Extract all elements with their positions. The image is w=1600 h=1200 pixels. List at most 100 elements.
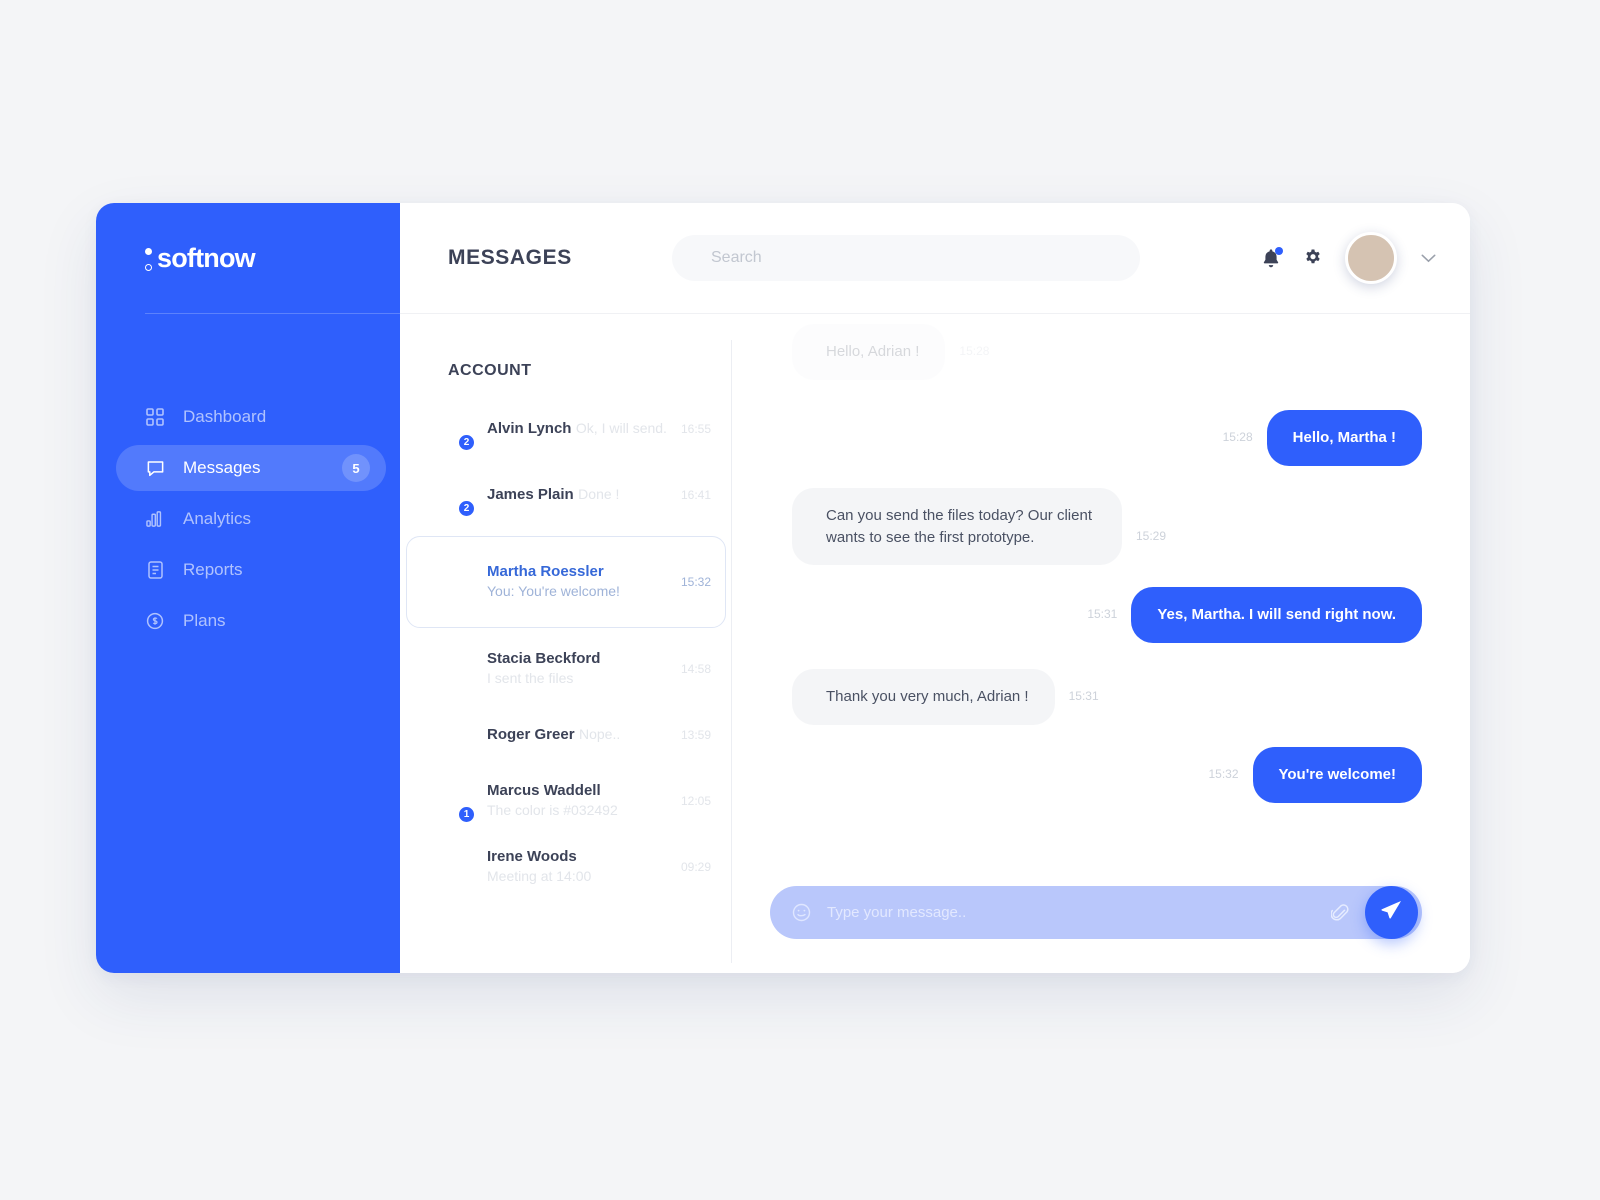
contact-avatar [429,713,473,757]
chat-bubble-icon [145,458,165,478]
message-bubble: Can you send the files today? Our client… [792,487,1122,566]
logo-mark-icon [145,245,154,271]
message-time: 15:28 [959,344,990,358]
content-area: ACCOUNT 2 Alvin Lynch Ok, I will send. 1… [400,314,1470,973]
contact-name: Irene Woods [487,848,577,866]
send-paper-plane-icon [1381,900,1402,926]
message-avatar [770,505,806,541]
smiley-icon[interactable] [792,903,811,922]
contact-preview: Nope.. [579,725,621,742]
sidebar-nav: Dashboard Messages 5 Analytics Reports P… [96,394,400,644]
contact-unread-badge: 2 [457,433,476,452]
contact-name: James Plain [487,485,574,503]
contact-time: 16:41 [680,488,711,502]
page-title: MESSAGES [448,246,572,269]
list-item-selected[interactable]: Martha Roessler You: You're welcome! 15:… [406,536,726,628]
sidebar-item-plans[interactable]: Plans [116,598,386,644]
contact-preview: You: You're welcome! [487,583,620,600]
message-row-inbound: Thank you very much, Adrian ! 15:31 [770,665,1422,725]
message-bubble: Yes, Martha. I will send right now. [1131,587,1422,643]
list-item[interactable]: Irene Woods Meeting at 14:00 09:29 [406,834,726,900]
contact-avatar [429,647,473,691]
contact-name: Marcus Waddell [487,782,601,800]
sidebar-item-label: Analytics [183,509,252,528]
message-row-outbound: 15:28 Hello, Martha ! [770,410,1422,466]
message-time: 15:32 [1208,766,1239,781]
sidebar: softnow Dashboard Messages 5 Analytics R… [96,203,400,973]
message-bubble: Hello, Martha ! [1266,410,1422,466]
topbar-actions [1261,232,1436,284]
list-item[interactable]: 2 Alvin Lynch Ok, I will send. 16:55 [406,396,726,462]
list-item[interactable]: 2 James Plain Done ! 16:41 [406,462,726,528]
messages-unread-badge: 5 [342,454,370,482]
sidebar-item-label: Messages [183,458,261,477]
contact-name: Alvin Lynch [487,419,572,437]
sidebar-item-label: Plans [183,611,226,630]
contact-avatar: 2 [429,407,476,452]
contact-preview: I sent the files [487,670,574,687]
sidebar-item-reports[interactable]: Reports [116,547,386,593]
chat-panel: Hello, Adrian ! 15:28 15:28 Hello, Marth… [732,314,1470,973]
notification-bell-icon[interactable] [1261,246,1283,269]
message-input[interactable] [827,904,1331,921]
contacts-panel: ACCOUNT 2 Alvin Lynch Ok, I will send. 1… [400,314,732,973]
message-thread: Hello, Adrian ! 15:28 15:28 Hello, Marth… [770,314,1422,886]
contact-avatar: 1 [429,779,476,824]
list-item[interactable]: Stacia Beckford I sent the files 14:58 [406,636,726,702]
sidebar-item-dashboard[interactable]: Dashboard [116,394,386,440]
dollar-circle-icon [145,611,165,631]
contact-time: 14:58 [680,662,711,676]
contact-preview: Done ! [578,485,620,502]
contact-avatar: 2 [429,473,476,518]
message-row-outbound: 15:31 Yes, Martha. I will send right now… [770,587,1422,643]
message-avatar [770,320,806,356]
logo-text: softnow [157,242,256,273]
message-time: 15:28 [1222,429,1253,444]
contact-time: 09:29 [680,860,711,874]
sidebar-divider [145,313,400,314]
contact-unread-badge: 2 [457,499,476,518]
sidebar-item-messages[interactable]: Messages 5 [116,445,386,491]
message-bubble: Thank you very much, Adrian ! [792,669,1055,725]
contact-time: 12:05 [680,794,711,808]
contacts-title: ACCOUNT [448,362,532,379]
contact-avatar [429,560,473,604]
gear-icon[interactable] [1303,248,1323,268]
avatar[interactable] [1345,232,1397,284]
message-time: 15:29 [1136,529,1167,544]
contact-preview: The color is #032492 [487,802,618,819]
contact-time: 16:55 [680,422,711,436]
contact-preview: Meeting at 14:00 [487,868,592,885]
contact-unread-badge: 1 [457,805,476,824]
chevron-down-icon[interactable] [1421,250,1436,267]
notification-dot [1275,246,1283,255]
main-panel: MESSAGES Search ACCOUNT 2 Alvin Lynch Ok… [400,203,1470,973]
message-row-inbound: Hello, Adrian ! 15:28 [770,320,1422,380]
contact-name: Martha Roessler [487,563,604,581]
brand-logo[interactable]: softnow [96,203,400,313]
search-box[interactable] [672,235,1140,281]
list-item[interactable]: 1 Marcus Waddell The color is #032492 12… [406,768,726,834]
contact-preview: Ok, I will send. [575,419,667,436]
topbar: MESSAGES [400,203,1470,314]
grid-icon [145,407,165,427]
send-button[interactable] [1365,886,1418,939]
sidebar-item-analytics[interactable]: Analytics [116,496,386,542]
message-avatar [770,665,806,701]
contact-avatar [429,845,473,889]
message-composer [770,886,1422,939]
contact-name: Stacia Beckford [487,650,601,668]
document-icon [145,560,165,580]
message-time: 15:31 [1087,607,1118,621]
contact-name: Roger Greer [487,725,575,743]
message-bubble: You're welcome! [1252,747,1422,803]
paperclip-icon[interactable] [1331,903,1349,923]
list-item[interactable]: Roger Greer Nope.. 13:59 [406,702,726,768]
contact-time: 13:59 [680,728,711,742]
contact-list: 2 Alvin Lynch Ok, I will send. 16:55 2 J… [400,396,732,900]
search-input[interactable] [711,249,1140,267]
bar-chart-icon [145,509,165,529]
message-row-inbound: Can you send the files today? Our client… [770,487,1422,566]
app-window: softnow Dashboard Messages 5 Analytics R… [96,203,1470,973]
message-row-outbound: 15:32 You're welcome! [770,747,1422,803]
